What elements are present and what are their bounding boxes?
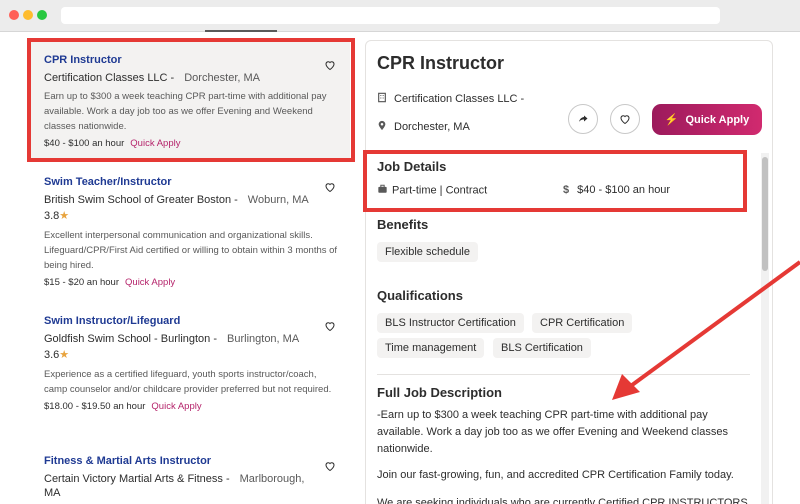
annotation-arrow	[612, 260, 800, 400]
